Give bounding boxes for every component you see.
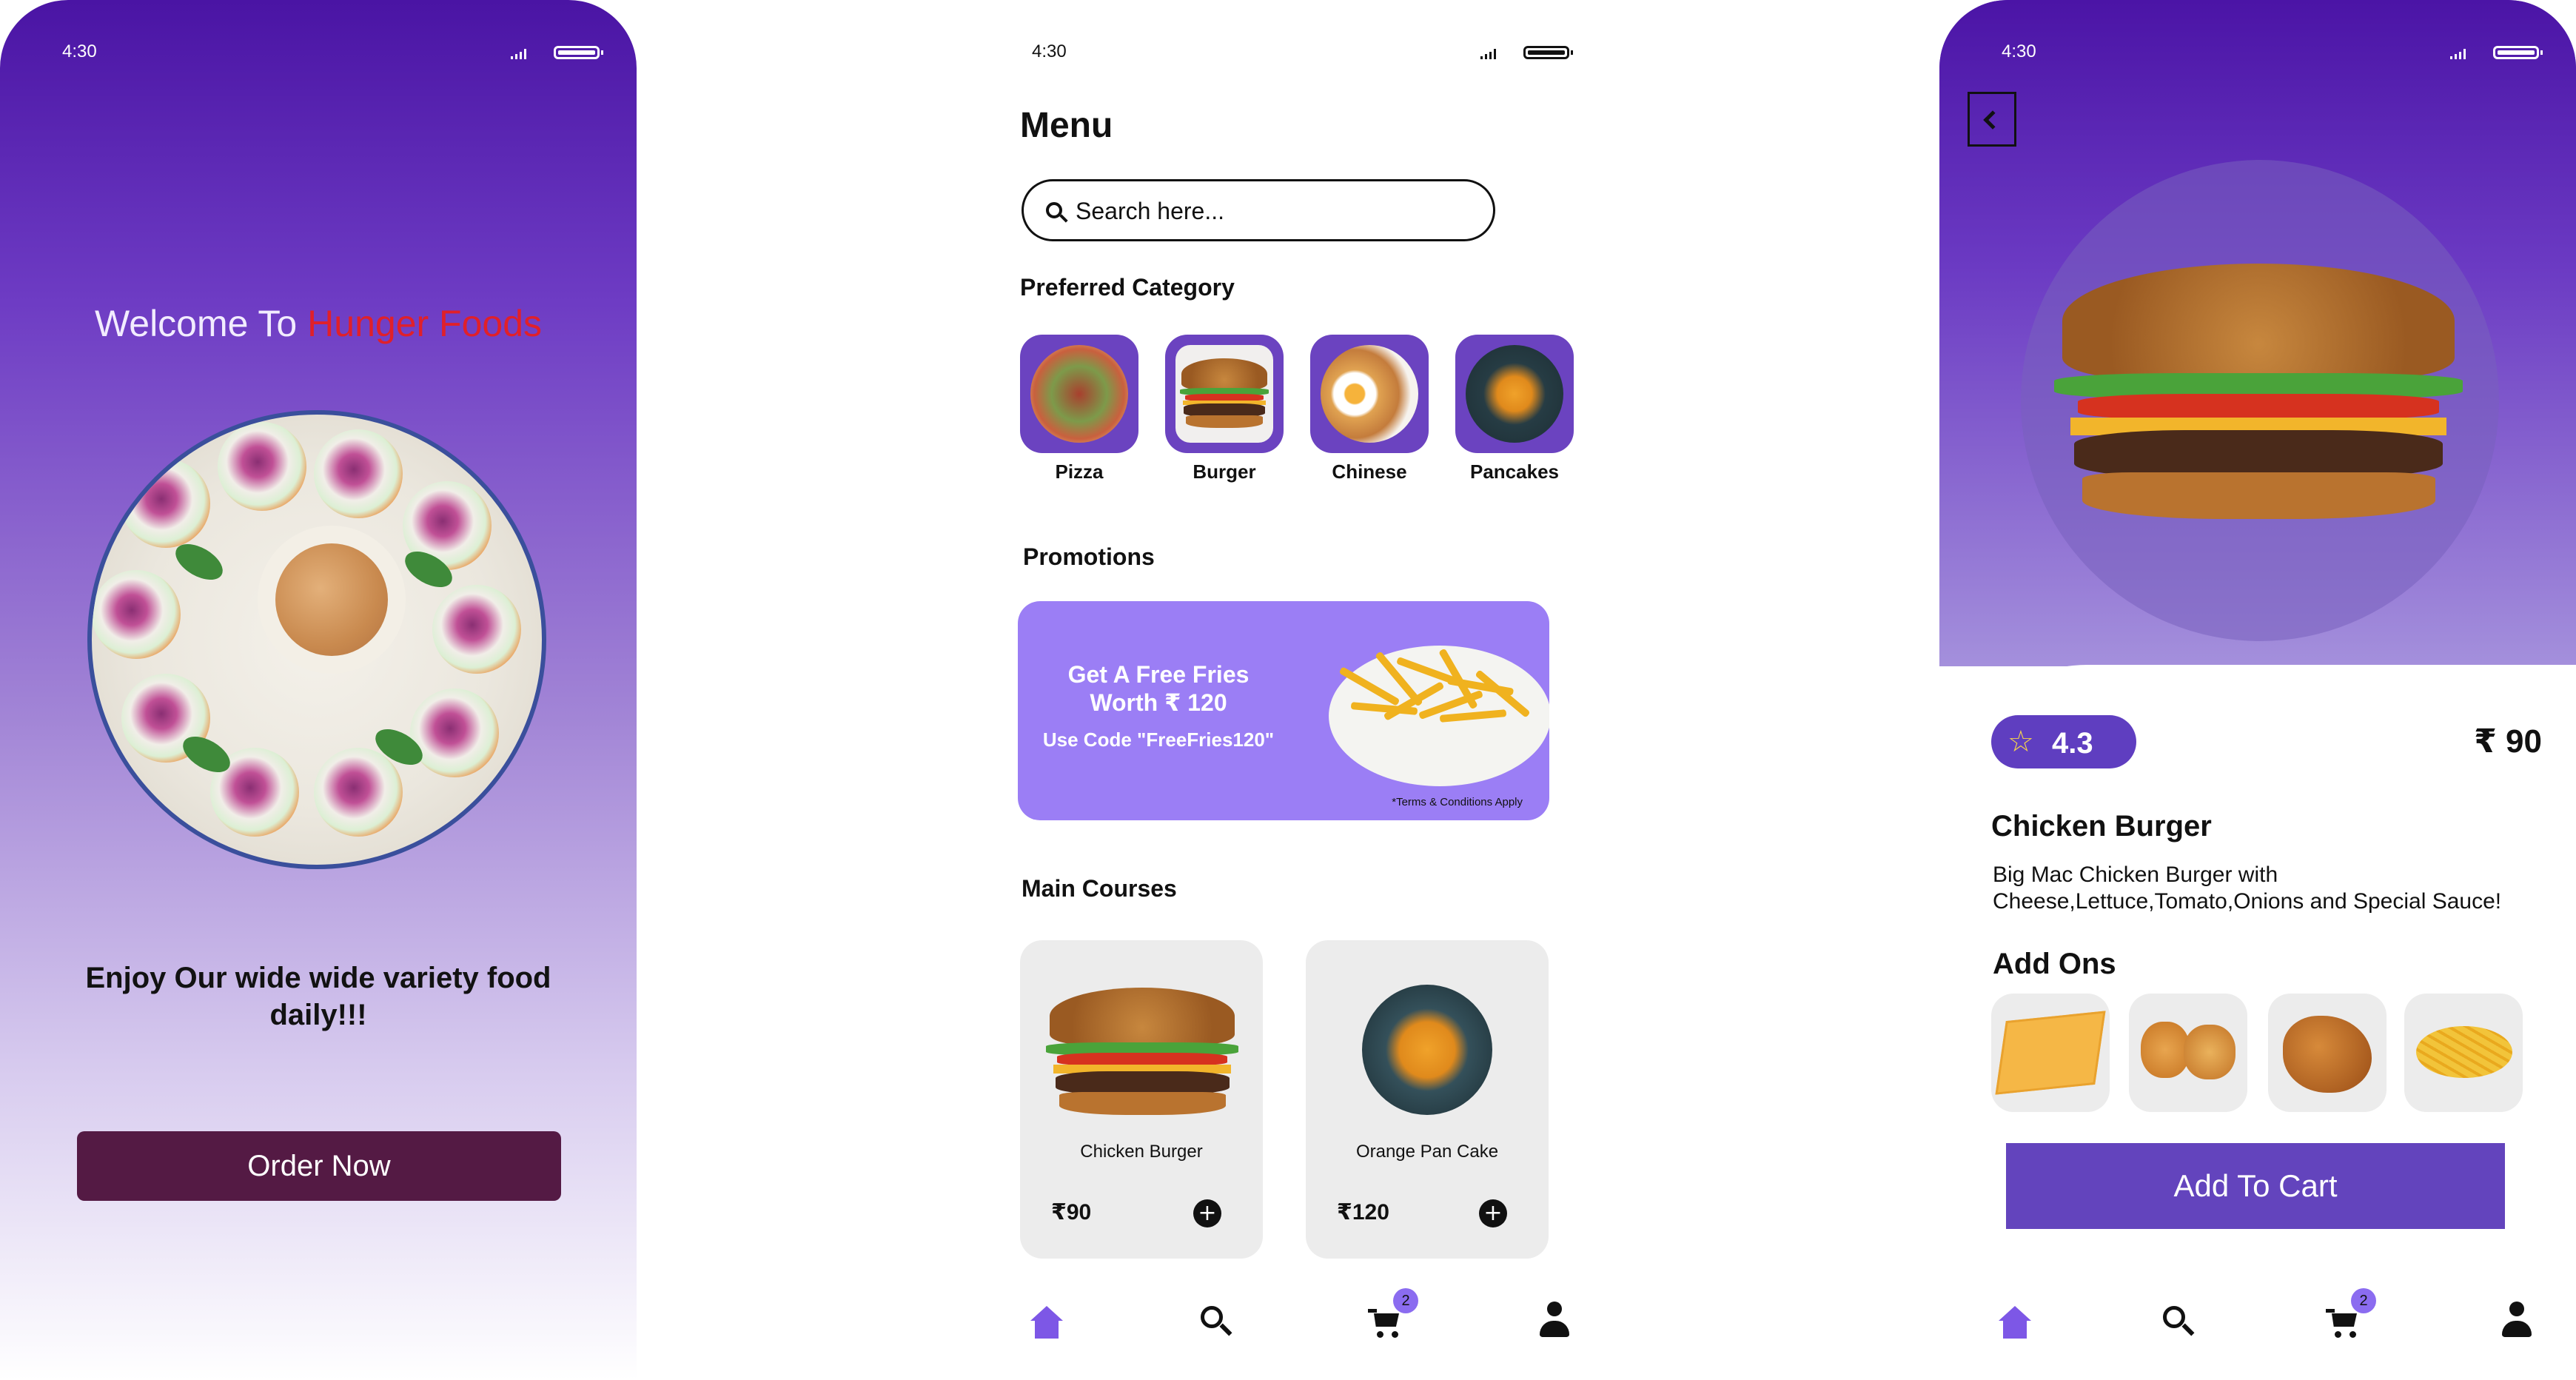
order-now-button[interactable]: Order Now [77, 1131, 561, 1201]
rating-value: 4.3 [2052, 727, 2093, 760]
home-icon [1999, 1306, 2031, 1339]
star-icon: ☆ [2008, 725, 2034, 759]
addon-fries[interactable] [2404, 994, 2523, 1112]
status-bar: 4:30 [1939, 41, 2576, 64]
cart-icon [1368, 1309, 1402, 1339]
course-card[interactable]: Orange Pan Cake ₹120 + [1306, 940, 1549, 1259]
food-plate-image [87, 410, 546, 869]
search-icon [1046, 202, 1062, 218]
welcome-prefix: Welcome To [94, 303, 298, 344]
nav-search[interactable] [1189, 1296, 1241, 1347]
course-name: Orange Pan Cake [1355, 1142, 1499, 1162]
add-to-cart-button[interactable]: Add To Cart [2006, 1143, 2505, 1229]
terms-note: *Terms & Conditions Apply [1392, 796, 1523, 808]
back-icon [1983, 110, 2002, 130]
pancake-image [1362, 985, 1492, 1115]
battery-icon [2493, 46, 2543, 59]
search-bar[interactable] [1022, 179, 1495, 241]
item-title: Chicken Burger [1991, 810, 2212, 843]
tagline: Enjoy Our wide wide variety food daily!!… [85, 962, 551, 1031]
bottom-nav: 2 [992, 1288, 1629, 1355]
nav-profile[interactable] [1528, 1296, 1580, 1347]
main-courses-title: Main Courses [1022, 875, 1177, 902]
menu-screen: 4:30 Menu Preferred Category Pizza Burge… [992, 0, 1629, 1380]
signal-icon [1480, 49, 1501, 59]
plus-icon: + [1483, 1200, 1503, 1226]
page-title: Menu [1020, 106, 1113, 145]
home-icon [1030, 1306, 1063, 1339]
burger-image [1046, 988, 1238, 1118]
chinese-image [1321, 345, 1418, 443]
cart-badge: 2 [2351, 1288, 2376, 1313]
preferred-category-title: Preferred Category [1020, 274, 1235, 301]
detail-screen: 4:30 ☆ 4.3 ₹ 90 Chicken Burger Big Mac C… [1939, 0, 2576, 1380]
status-time: 4:30 [62, 41, 97, 61]
battery-icon [1523, 46, 1573, 59]
addon-cheese[interactable] [1991, 994, 2110, 1112]
nuggets-image [2141, 1022, 2190, 1078]
promo-banner[interactable]: Get A Free Fries Worth ₹ 120 Use Code "F… [1018, 601, 1549, 820]
wings-image [2283, 1016, 2372, 1093]
category-label: Pancakes [1470, 460, 1559, 483]
course-name: Chicken Burger [1080, 1142, 1203, 1162]
cart-icon [2326, 1309, 2360, 1339]
welcome-screen: 4:30 Welcome To Hunger Foods Enjoy Our w… [0, 0, 637, 1380]
pancakes-image [1466, 345, 1563, 443]
category-label: Burger [1193, 460, 1256, 483]
status-bar: 4:30 [992, 41, 1629, 64]
addon-nuggets[interactable] [2129, 994, 2247, 1112]
category-burger[interactable]: Burger [1165, 335, 1284, 483]
item-price: ₹ 90 [2474, 723, 2542, 760]
plus-icon: + [1198, 1200, 1217, 1226]
cheese-image [1995, 1011, 2106, 1095]
course-price: ₹120 [1337, 1200, 1389, 1225]
search-icon [1201, 1306, 1223, 1328]
add-item-button[interactable]: + [1479, 1199, 1507, 1227]
user-icon [2500, 1302, 2533, 1339]
bottom-nav: 2 [1939, 1288, 2576, 1355]
course-card[interactable]: Chicken Burger ₹90 + [1020, 940, 1263, 1259]
addon-chicken-wings[interactable] [2268, 994, 2387, 1112]
brand-name: Hunger Foods [307, 303, 543, 344]
category-pancakes[interactable]: Pancakes [1455, 335, 1574, 483]
signal-icon [511, 49, 531, 59]
nav-cart[interactable]: 2 [2317, 1288, 2376, 1347]
search-icon [2163, 1306, 2185, 1328]
fries-image [2416, 1026, 2512, 1078]
pizza-image [1030, 345, 1128, 443]
nav-profile[interactable] [2490, 1296, 2542, 1347]
rating-badge: ☆ 4.3 [1991, 715, 2136, 768]
welcome-title: Welcome To Hunger Foods [0, 302, 637, 345]
item-description: Big Mac Chicken Burger with Cheese,Lettu… [1993, 862, 2502, 914]
back-button[interactable] [1968, 92, 2016, 147]
promo-code: Use Code "FreeFries120" [1042, 728, 1275, 751]
nav-home[interactable] [1020, 1296, 1072, 1347]
add-item-button[interactable]: + [1193, 1199, 1221, 1227]
status-time: 4:30 [1032, 41, 1067, 61]
burger-image [1175, 345, 1273, 443]
addons-title: Add Ons [1993, 948, 2116, 980]
user-icon [1538, 1302, 1571, 1339]
category-label: Chinese [1332, 460, 1407, 483]
status-time: 4:30 [2002, 41, 2036, 61]
category-chinese[interactable]: Chinese [1310, 335, 1429, 483]
status-bar: 4:30 [0, 41, 637, 64]
signal-icon [2450, 49, 2471, 59]
search-input[interactable] [1076, 195, 1475, 227]
nav-search[interactable] [2151, 1296, 2203, 1347]
nav-cart[interactable]: 2 [1359, 1288, 1418, 1347]
category-pizza[interactable]: Pizza [1020, 335, 1138, 483]
promo-headline: Get A Free Fries Worth ₹ 120 [1067, 661, 1250, 716]
burger-hero-image [2054, 264, 2463, 524]
course-price: ₹90 [1051, 1200, 1092, 1225]
fries-image [1329, 646, 1549, 786]
category-label: Pizza [1055, 460, 1104, 483]
cart-badge: 2 [1393, 1288, 1418, 1313]
promotions-title: Promotions [1023, 543, 1155, 570]
battery-icon [554, 46, 603, 59]
nav-home[interactable] [1988, 1296, 2040, 1347]
